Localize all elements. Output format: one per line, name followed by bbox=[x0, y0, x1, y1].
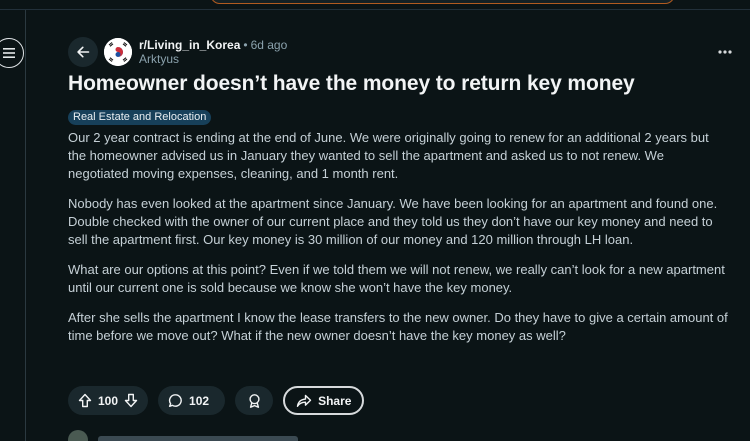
arrow-down-icon[interactable] bbox=[124, 393, 138, 408]
award-icon bbox=[248, 393, 260, 408]
post-actions: 100 102 Share bbox=[68, 386, 365, 415]
ellipsis-icon bbox=[718, 50, 732, 54]
post-meta-text: r/Living_in_Korea • 6d ago Arktyus bbox=[139, 38, 287, 66]
post-meta: r/Living_in_Korea • 6d ago Arktyus bbox=[68, 36, 732, 68]
left-rail bbox=[0, 10, 26, 441]
meta-separator: • bbox=[243, 38, 248, 52]
top-bar bbox=[0, 0, 750, 10]
subreddit-name[interactable]: r/Living_in_Korea bbox=[139, 38, 240, 52]
vote-count: 100 bbox=[98, 393, 119, 408]
share-button[interactable]: Share bbox=[283, 386, 365, 415]
search-bar-edge[interactable] bbox=[210, 0, 675, 4]
vote-control: 100 bbox=[68, 386, 149, 415]
post-title: Homeowner doesn’t have the money to retu… bbox=[68, 72, 635, 95]
comments-button[interactable]: 102 bbox=[158, 386, 226, 415]
award-button[interactable] bbox=[235, 386, 274, 415]
subreddit-avatar[interactable] bbox=[104, 38, 132, 66]
post-paragraph: After she sells the apartment I know the… bbox=[68, 310, 728, 343]
post-paragraph: Nobody has even looked at the apartment … bbox=[68, 196, 718, 247]
more-options-button[interactable] bbox=[712, 42, 738, 62]
post-body: Our 2 year contract is ending at the end… bbox=[68, 129, 728, 345]
back-button[interactable] bbox=[68, 37, 98, 67]
comment-count: 102 bbox=[189, 393, 210, 408]
post: r/Living_in_Korea • 6d ago Arktyus Homeown… bbox=[68, 36, 732, 357]
avatar bbox=[68, 430, 88, 441]
next-comment-preview bbox=[68, 430, 298, 441]
post-paragraph: Our 2 year contract is ending at the end… bbox=[68, 130, 709, 181]
post-flair[interactable]: Real Estate and Relocation bbox=[68, 110, 212, 125]
share-arrow-icon bbox=[296, 394, 312, 407]
hamburger-icon bbox=[3, 48, 15, 58]
korea-flag-icon bbox=[104, 38, 132, 66]
menu-button[interactable] bbox=[0, 38, 24, 68]
arrow-left-icon bbox=[77, 46, 90, 58]
post-paragraph: What are our options at this point? Even… bbox=[68, 262, 725, 295]
share-label: Share bbox=[318, 393, 352, 408]
comment-preview-text bbox=[98, 436, 298, 441]
speech-bubble-icon bbox=[168, 394, 182, 407]
post-author[interactable]: Arktyus bbox=[139, 52, 287, 66]
arrow-up-icon[interactable] bbox=[78, 393, 92, 408]
post-age: 6d ago bbox=[250, 38, 288, 52]
